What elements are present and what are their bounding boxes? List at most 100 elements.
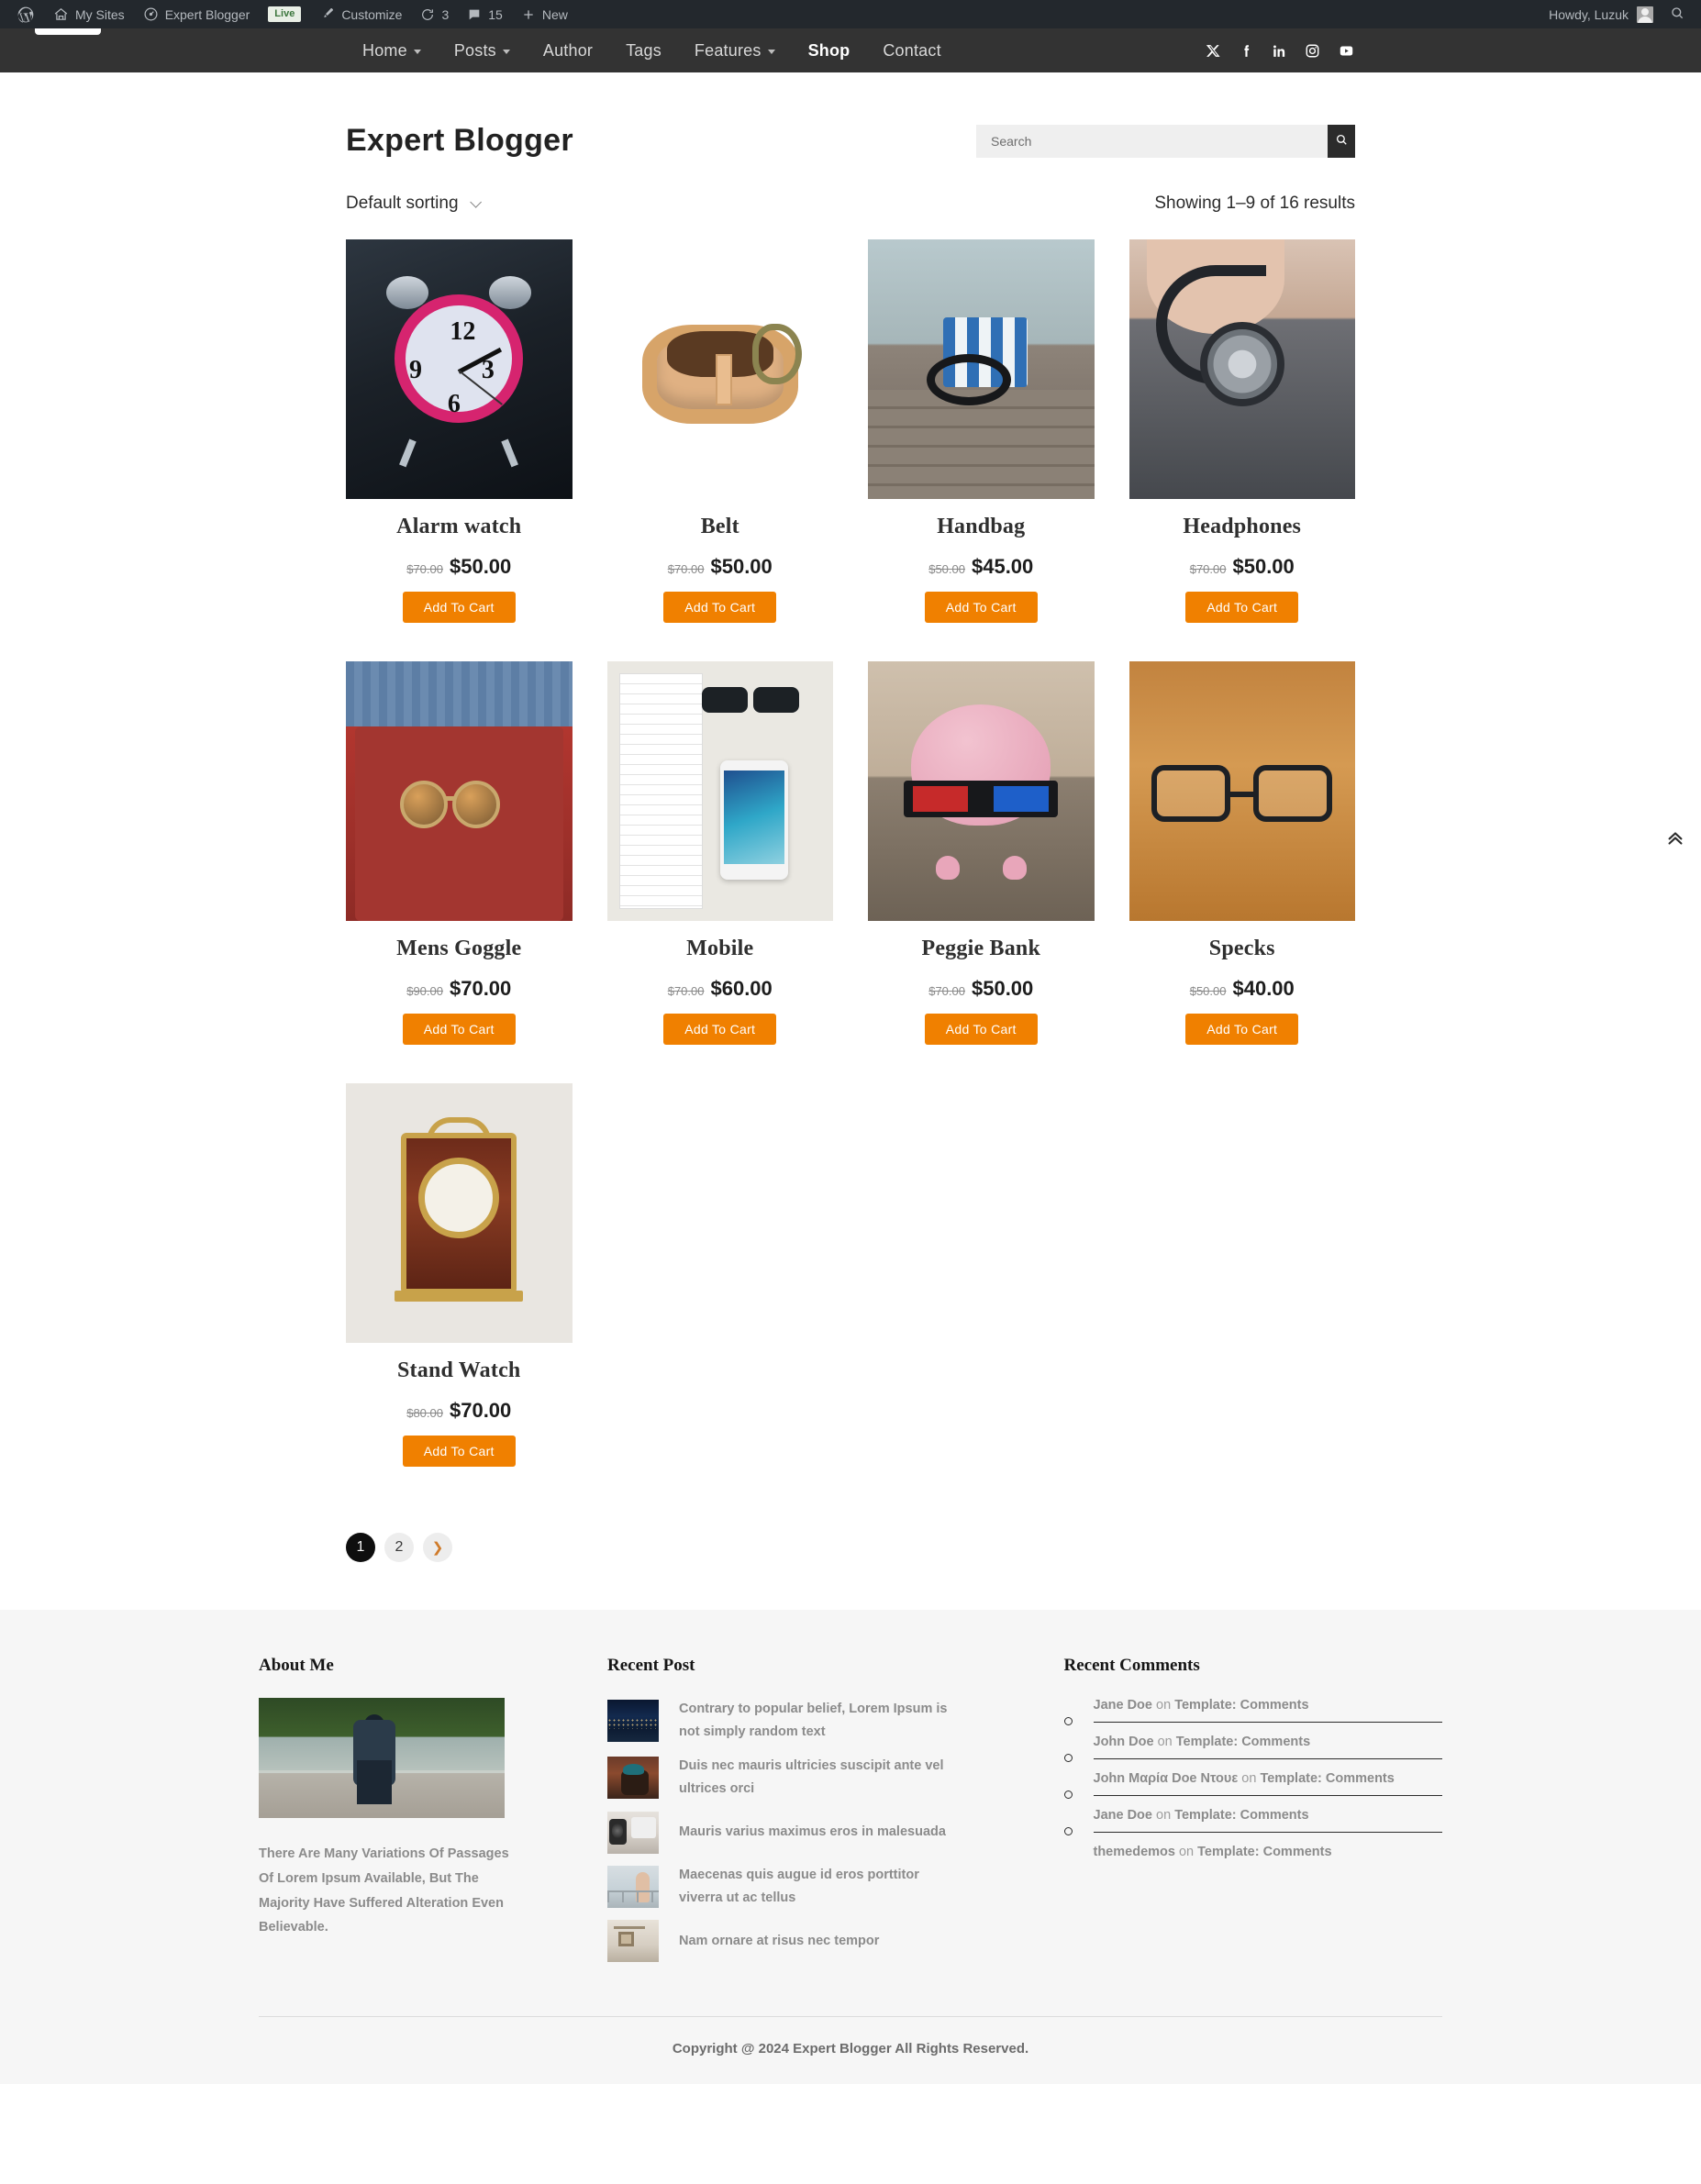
add-to-cart-button[interactable]: Add To Cart (924, 1014, 1038, 1045)
product-card[interactable]: Handbag $50.00 $45.00 Add To Cart (868, 239, 1095, 623)
product-card[interactable]: Peggie Bank $70.00 $50.00 Add To Cart (868, 661, 1095, 1045)
nav-item-home[interactable]: Home (346, 28, 438, 72)
recent-post-title[interactable]: Contrary to popular belief, Lorem Ipsum … (679, 1698, 954, 1745)
product-old-price: $50.00 (1189, 984, 1227, 998)
recent-post-thumbnail[interactable] (607, 1757, 659, 1800)
comment-author[interactable]: John Doe (1094, 1735, 1154, 1749)
admin-search-button[interactable] (1662, 6, 1692, 23)
product-thumbnail[interactable] (868, 661, 1095, 921)
product-thumbnail[interactable] (1128, 239, 1355, 499)
comment-post-link[interactable]: Template: Comments (1176, 1735, 1310, 1749)
product-thumbnail[interactable] (606, 661, 833, 921)
recent-post-thumbnail[interactable] (607, 1920, 659, 1963)
comment-post-link[interactable]: Template: Comments (1260, 1771, 1394, 1786)
product-name[interactable]: Headphones (1129, 515, 1356, 539)
add-to-cart-button[interactable]: Add To Cart (1185, 1014, 1299, 1045)
search-submit-button[interactable] (1328, 124, 1355, 158)
product-card[interactable]: Headphones $70.00 $50.00 Add To Cart (1128, 239, 1356, 623)
search-input[interactable] (976, 124, 1328, 158)
my-sites-menu[interactable]: My Sites (44, 0, 134, 28)
nav-item-author[interactable]: Author (527, 28, 609, 72)
comment-author[interactable]: Jane Doe (1094, 1698, 1152, 1713)
sorting-select[interactable]: Default sorting (346, 194, 482, 214)
product-thumbnail[interactable] (606, 239, 833, 499)
pagination-next-button[interactable]: ❯ (423, 1533, 452, 1562)
recent-post-thumbnail[interactable] (607, 1700, 659, 1743)
product-name[interactable]: Alarm watch (346, 515, 573, 539)
comment-author[interactable]: themedemos (1094, 1845, 1175, 1859)
nav-item-posts[interactable]: Posts (438, 28, 527, 72)
list-item[interactable]: Duis nec mauris ultricies suscipit ante … (607, 1755, 986, 1802)
list-item: Jane Doe on Template: Comments (1063, 1698, 1442, 1725)
facebook-icon[interactable] (1239, 43, 1254, 59)
x-icon[interactable] (1206, 43, 1221, 59)
widget-recent-comments: Recent Comments Jane Doe on Template: Co… (1063, 1656, 1442, 1972)
product-card[interactable]: Mens Goggle $90.00 $70.00 Add To Cart (346, 661, 573, 1045)
recent-post-title[interactable]: Mauris varius maximus eros in malesuada (679, 1821, 946, 1844)
product-thumbnail[interactable]: 12 9 3 6 (346, 239, 573, 499)
chevron-down-icon (502, 49, 510, 54)
wordpress-logo-icon (17, 6, 35, 24)
comment-author[interactable]: Jane Doe (1094, 1808, 1152, 1823)
comment-author[interactable]: John Μαρία Doe Ντουε (1094, 1771, 1239, 1786)
recent-post-title[interactable]: Duis nec mauris ultricies suscipit ante … (679, 1755, 954, 1802)
product-card[interactable]: 12 9 3 6 Alarm watch $70.00 $50.00 Add T… (346, 239, 573, 623)
recent-post-thumbnail[interactable] (607, 1865, 659, 1908)
product-name[interactable]: Belt (607, 515, 834, 539)
product-old-price: $90.00 (406, 984, 443, 998)
add-to-cart-button[interactable]: Add To Cart (663, 1014, 777, 1045)
product-card[interactable]: Stand Watch $80.00 $70.00 Add To Cart (346, 1083, 573, 1467)
product-thumbnail[interactable] (346, 661, 573, 921)
product-thumbnail[interactable] (346, 1083, 573, 1343)
list-item[interactable]: Contrary to popular belief, Lorem Ipsum … (607, 1698, 986, 1745)
wordpress-logo-button[interactable] (7, 0, 44, 28)
howdy-user-menu[interactable]: Howdy, Luzuk (1540, 6, 1662, 23)
product-card[interactable]: Belt $70.00 $50.00 Add To Cart (606, 239, 834, 623)
customize-button[interactable]: Customize (310, 0, 411, 28)
product-thumbnail[interactable] (868, 239, 1095, 499)
add-to-cart-button[interactable]: Add To Cart (402, 592, 516, 623)
nav-item-features[interactable]: Features (678, 28, 792, 72)
nav-item-home-label: Home (362, 40, 407, 60)
scroll-to-top-button[interactable] (1657, 822, 1694, 859)
product-name[interactable]: Stand Watch (346, 1358, 573, 1383)
product-name[interactable]: Specks (1129, 937, 1356, 961)
product-sale-price: $70.00 (449, 1399, 512, 1422)
product-name[interactable]: Handbag (868, 515, 1095, 539)
youtube-icon[interactable] (1338, 43, 1355, 59)
nav-item-contact[interactable]: Contact (866, 28, 957, 72)
product-price: $90.00 $70.00 (346, 977, 573, 1001)
list-item[interactable]: Maecenas quis augue id eros porttitor vi… (607, 1864, 986, 1911)
add-to-cart-button[interactable]: Add To Cart (1185, 592, 1299, 623)
linkedin-icon[interactable] (1272, 43, 1287, 59)
site-name-menu[interactable]: Expert Blogger (134, 0, 260, 28)
pagination-page-1[interactable]: 1 (346, 1533, 375, 1562)
comment-post-link[interactable]: Template: Comments (1174, 1698, 1308, 1713)
updates-button[interactable]: 3 (411, 0, 458, 28)
recent-post-thumbnail[interactable] (607, 1811, 659, 1854)
add-to-cart-button[interactable]: Add To Cart (402, 1014, 516, 1045)
product-card[interactable]: Mobile $70.00 $60.00 Add To Cart (606, 661, 834, 1045)
add-to-cart-button[interactable]: Add To Cart (924, 592, 1038, 623)
nav-item-tags[interactable]: Tags (609, 28, 678, 72)
nav-item-shop[interactable]: Shop (792, 28, 867, 72)
admin-bar-active-tab-indicator (35, 28, 101, 35)
live-status[interactable]: Live (259, 0, 310, 28)
product-name[interactable]: Peggie Bank (868, 937, 1095, 961)
product-name[interactable]: Mobile (607, 937, 834, 961)
list-item[interactable]: Mauris varius maximus eros in malesuada (607, 1811, 986, 1854)
instagram-icon[interactable] (1305, 43, 1320, 59)
add-to-cart-button[interactable]: Add To Cart (663, 592, 777, 623)
product-thumbnail[interactable] (1128, 661, 1355, 921)
comment-post-link[interactable]: Template: Comments (1174, 1808, 1308, 1823)
recent-post-title[interactable]: Nam ornare at risus nec tempor (679, 1930, 879, 1953)
product-name[interactable]: Mens Goggle (346, 937, 573, 961)
product-card[interactable]: Specks $50.00 $40.00 Add To Cart (1128, 661, 1356, 1045)
new-content-button[interactable]: New (512, 0, 577, 28)
add-to-cart-button[interactable]: Add To Cart (402, 1436, 516, 1467)
recent-post-title[interactable]: Maecenas quis augue id eros porttitor vi… (679, 1864, 954, 1911)
pagination-page-2[interactable]: 2 (384, 1533, 414, 1562)
comments-button[interactable]: 15 (458, 0, 512, 28)
list-item[interactable]: Nam ornare at risus nec tempor (607, 1920, 986, 1963)
comment-post-link[interactable]: Template: Comments (1197, 1845, 1331, 1859)
